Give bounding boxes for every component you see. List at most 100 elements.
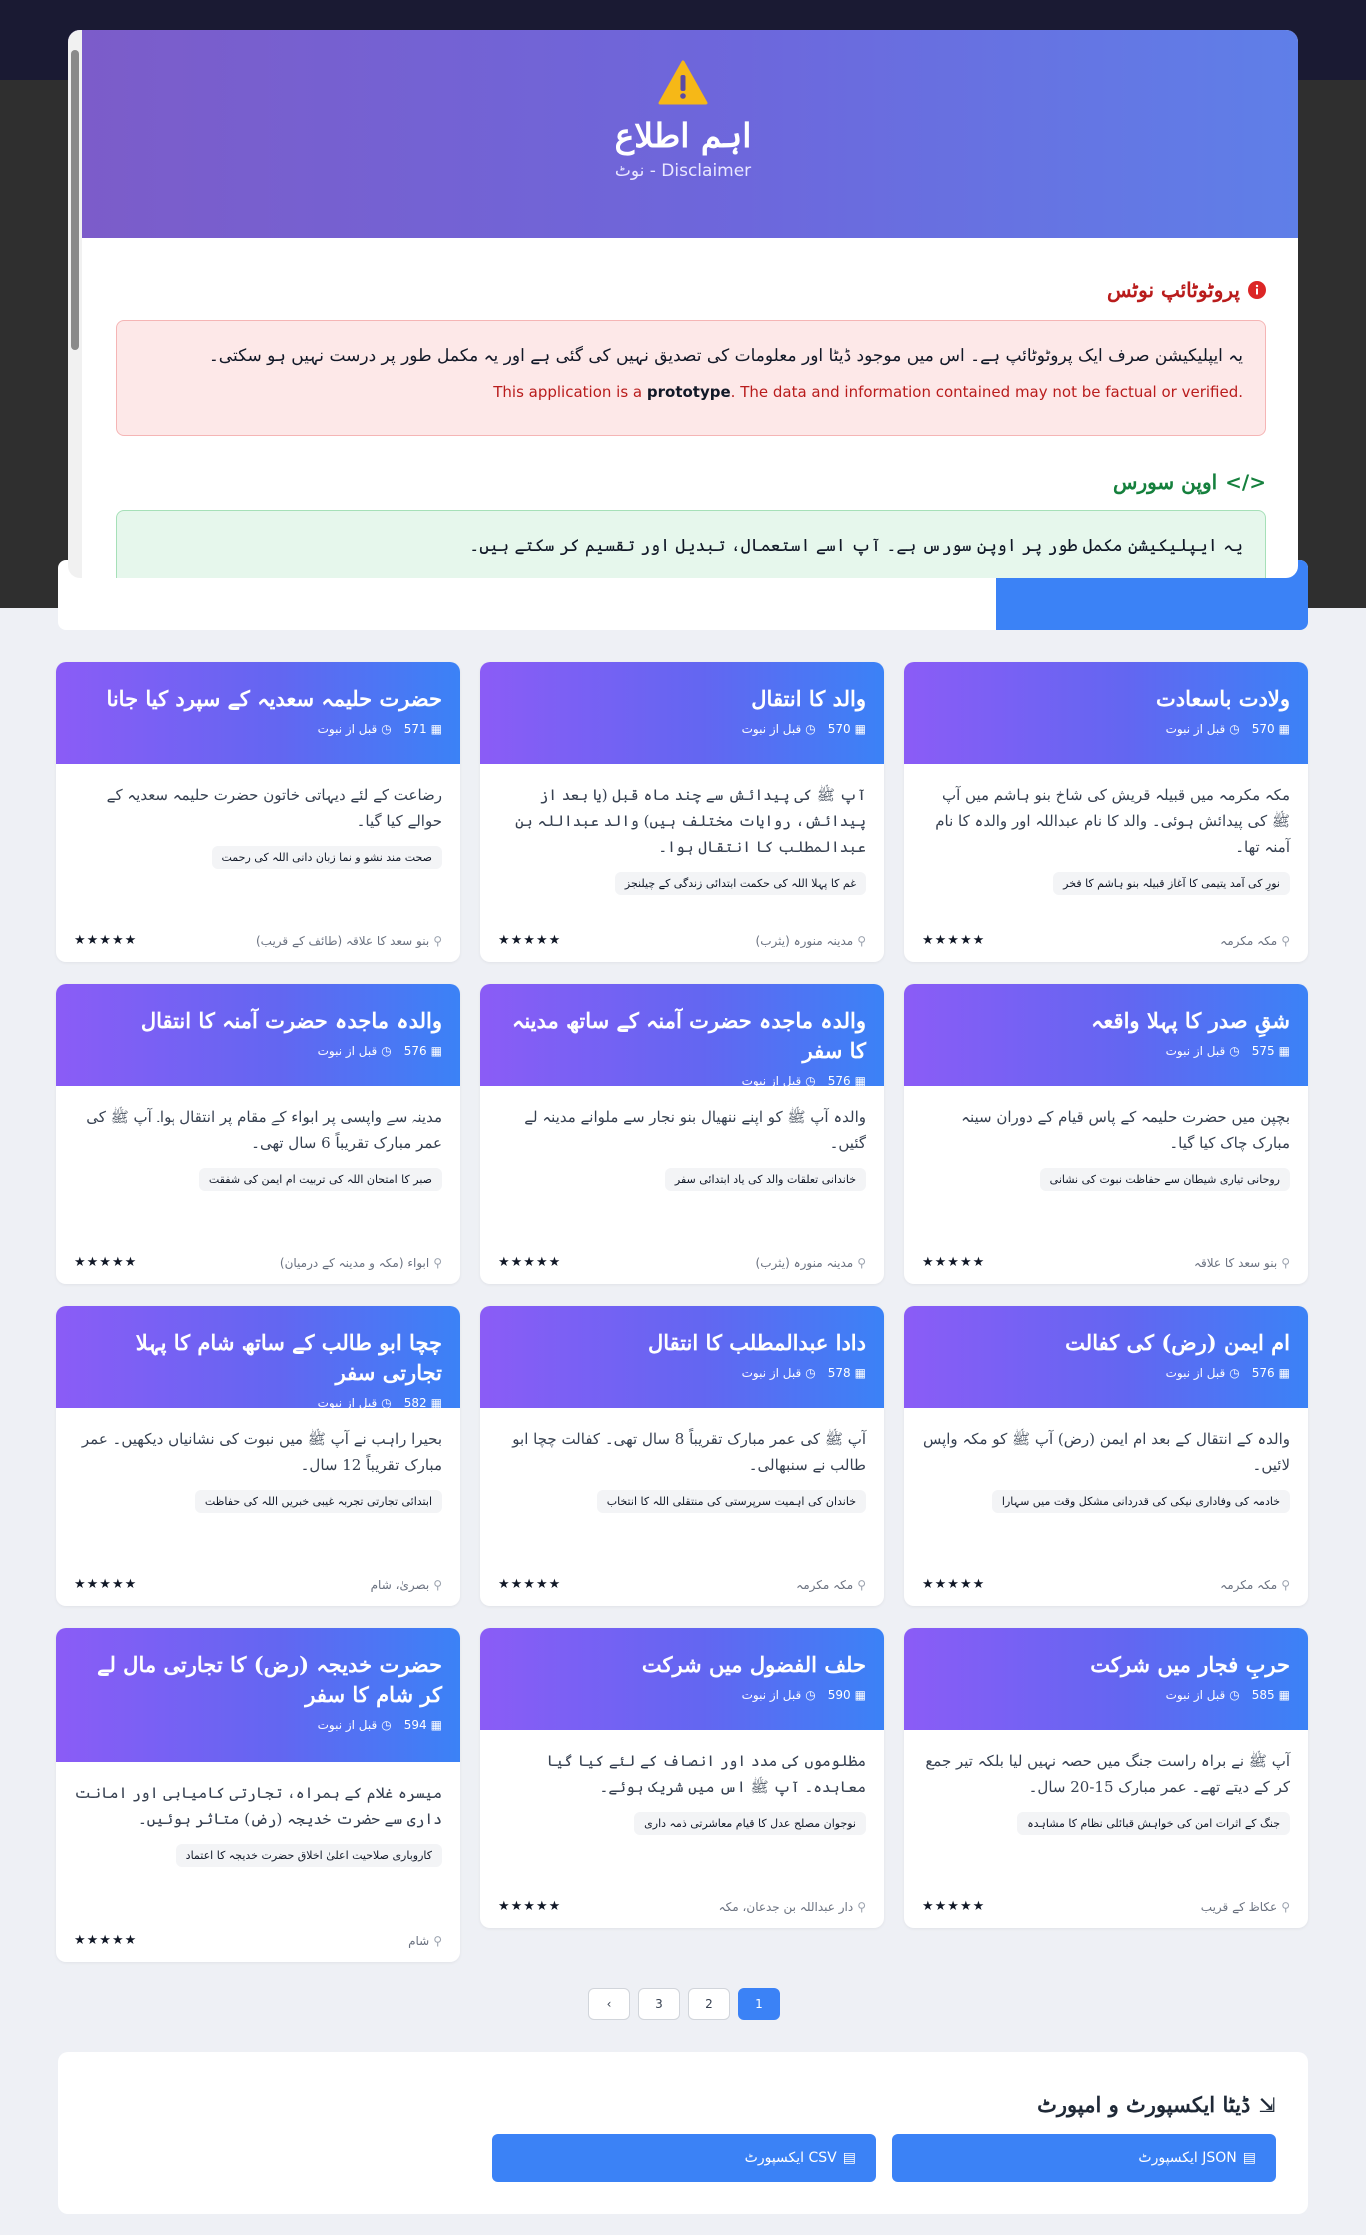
card-tags: صبر کا امتحان اللہ کی تربیت ام ایمن کی ش… [198, 1168, 442, 1191]
card-location: بصریٰ، شام [370, 1577, 430, 1592]
file-export-icon: ⇲ [1258, 2092, 1276, 2117]
card-location: عکاظ کے قریب [1200, 1899, 1278, 1914]
card-year: 585 [1251, 1688, 1275, 1702]
rating-stars: ★★★★★ [74, 1933, 138, 1948]
event-card[interactable]: شقِ صدر کا پہلا واقعہ ▦ 575 ◷ قبل از نبوت ب… [904, 984, 1308, 1284]
card-era: قبل از نبوت [317, 1718, 378, 1732]
clock-icon: ◷ [381, 1396, 392, 1410]
card-description: آپ ﷺ نے براہ راست جنگ میں حصہ نہیں لیا ب… [925, 1752, 1290, 1796]
card-tags: صحت مند نشو و نما زبان دانی اللہ کی رحمت [211, 846, 442, 869]
card-description: والدہ آپ ﷺ کو اپنے ننھیال بنو نجار سے مل… [524, 1108, 866, 1152]
card-era: قبل از نبوت [741, 1366, 802, 1380]
card-title: حضرت خدیجہ (رض) کا تجارتی مال لے کر شام … [97, 1652, 442, 1707]
clock-icon: ◷ [381, 722, 392, 736]
modal-scrollbar[interactable] [68, 30, 82, 578]
location-pin-icon: ⚲ [1281, 1899, 1290, 1914]
modal-title: اہم اطلاع [614, 116, 752, 155]
card-header: حلف الفضول میں شرکت ▦ 590 ◷ قبل از نبوت [480, 1628, 884, 1730]
card-tags: خاندان کی اہمیت سرپرستی کی منتقلی اللہ ک… [596, 1490, 866, 1513]
pagination-prev-button[interactable]: ‹ [588, 1988, 630, 2020]
card-header: والدہ ماجدہ حضرت آمنہ کے ساتھ مدینہ کا س… [480, 984, 884, 1088]
event-card[interactable]: والد کا انتقال ▦ 570 ◷ قبل از نبوت آپ ﷺ کی … [480, 662, 884, 962]
event-card[interactable]: والدہ ماجدہ حضرت آمنہ کے ساتھ مدینہ کا س… [480, 984, 884, 1284]
export-csv-button[interactable]: ▤ CSV ایکسپورٹ [492, 2134, 876, 2182]
card-year: 576 [827, 1074, 851, 1088]
card-year: 576 [1251, 1366, 1275, 1380]
file-icon: ▤ [1242, 2150, 1256, 2166]
card-description: مکہ مکرمہ میں قبیلہ قریش کی شاخ بنو ہاشم… [935, 786, 1290, 856]
location-pin-icon: ⚲ [857, 1255, 866, 1270]
card-header: چچا ابو طالب کے ساتھ شام کا پہلا تجارتی … [56, 1306, 460, 1410]
card-header: شقِ صدر کا پہلا واقعہ ▦ 575 ◷ قبل از نبوت [904, 984, 1308, 1086]
rating-stars: ★★★★★ [922, 1899, 986, 1914]
event-card[interactable]: حربِ فجار میں شرکت ▦ 585 ◷ قبل از نبوت آپ ﷺ… [904, 1628, 1308, 1928]
prototype-notice-heading: پروٹوٹائپ نوٹس [1107, 278, 1266, 302]
card-location: مدینہ منورہ (یثرب) [755, 1255, 854, 1270]
card-location: شام [408, 1933, 430, 1948]
card-tags: روحانی تیاری شیطان سے حفاظت نبوت کی نشان… [1039, 1168, 1290, 1191]
location-pin-icon: ⚲ [433, 1255, 442, 1270]
card-title: چچا ابو طالب کے ساتھ شام کا پہلا تجارتی … [135, 1330, 442, 1385]
event-card[interactable]: دادا عبدالمطلب کا انتقال ▦ 578 ◷ قبل از نبو… [480, 1306, 884, 1606]
disclaimer-modal: اہم اطلاع Disclaimer - نوٹ پروٹوٹائپ نوٹ… [68, 30, 1298, 578]
card-year: 575 [1251, 1044, 1275, 1058]
event-card[interactable]: حلف الفضول میں شرکت ▦ 590 ◷ قبل از نبوت مظل… [480, 1628, 884, 1928]
card-era: قبل از نبوت [741, 1074, 802, 1088]
clock-icon: ◷ [1229, 1688, 1240, 1702]
rating-stars: ★★★★★ [922, 933, 986, 948]
card-year: 570 [1251, 722, 1275, 736]
pagination: ‹ 3 2 1 [588, 1988, 780, 2020]
event-card[interactable]: حضرت خدیجہ (رض) کا تجارتی مال لے کر شام … [56, 1628, 460, 1962]
card-tags: نورِ کی آمد یتیمی کا آغاز قبیلہ بنو ہاشم… [1053, 872, 1290, 895]
card-title: والدہ ماجدہ حضرت آمنہ کے ساتھ مدینہ کا س… [512, 1008, 866, 1063]
card-era: قبل از نبوت [317, 722, 378, 736]
rating-stars: ★★★★★ [922, 1255, 986, 1270]
card-year: 594 [403, 1718, 427, 1732]
location-pin-icon: ⚲ [857, 1899, 866, 1914]
pagination-page-3[interactable]: 3 [638, 1988, 680, 2020]
open-source-title: اوپن سورس [1113, 470, 1218, 494]
card-description: بچپن میں حضرت حلیمہ کے پاس قیام کے دوران… [961, 1108, 1290, 1152]
calendar-icon: ▦ [1278, 1688, 1290, 1702]
clock-icon: ◷ [1229, 722, 1240, 736]
calendar-icon: ▦ [854, 1074, 866, 1088]
card-header: ولادت باسعادت ▦ 570 ◷ قبل از نبوت [904, 662, 1308, 764]
event-card[interactable]: چچا ابو طالب کے ساتھ شام کا پہلا تجارتی … [56, 1306, 460, 1606]
card-location: بنو سعد کا علاقہ [1194, 1255, 1278, 1270]
export-json-button[interactable]: ▤ JSON ایکسپورٹ [892, 2134, 1276, 2182]
card-description: مظلوموں کی مدد اور انصاف کے لئے کیا گیا … [546, 1752, 866, 1796]
open-source-heading: </> اوپن سورس [1113, 470, 1266, 494]
location-pin-icon: ⚲ [433, 1577, 442, 1592]
pagination-page-2[interactable]: 2 [688, 1988, 730, 2020]
rating-stars: ★★★★★ [74, 1255, 138, 1270]
rating-stars: ★★★★★ [74, 933, 138, 948]
event-card[interactable]: ام ایمن (رض) کی کفالت ▦ 576 ◷ قبل از نبوت و… [904, 1306, 1308, 1606]
calendar-icon: ▦ [854, 1688, 866, 1702]
card-year: 578 [827, 1366, 851, 1380]
card-title: والدہ ماجدہ حضرت آمنہ کا انتقال [140, 1008, 442, 1033]
event-card[interactable]: حضرت حلیمہ سعدیہ کے سپرد کیا جانا ▦ 571 ◷ ق… [56, 662, 460, 962]
calendar-icon: ▦ [1278, 1366, 1290, 1380]
card-year: 571 [403, 722, 427, 736]
event-card[interactable]: ولادت باسعادت ▦ 570 ◷ قبل از نبوت مکہ مکرمہ… [904, 662, 1308, 962]
card-year: 576 [403, 1044, 427, 1058]
location-pin-icon: ⚲ [1281, 933, 1290, 948]
info-icon [1248, 281, 1266, 299]
scrollbar-thumb[interactable] [71, 50, 79, 350]
export-heading: ⇲ ڈیٹا ایکسپورٹ و امپورٹ [1037, 2092, 1276, 2117]
card-header: حضرت خدیجہ (رض) کا تجارتی مال لے کر شام … [56, 1628, 460, 1762]
card-year: 582 [403, 1396, 427, 1410]
card-location: ابواء (مکہ و مدینہ کے درمیان) [279, 1255, 430, 1270]
card-title: حضرت حلیمہ سعدیہ کے سپرد کیا جانا [106, 686, 442, 711]
card-location: مکہ مکرمہ [1220, 933, 1278, 948]
event-card[interactable]: والدہ ماجدہ حضرت آمنہ کا انتقال ▦ 576 ◷ قبل… [56, 984, 460, 1284]
prototype-notice-urdu: یہ ایپلیکیشن صرف ایک پروٹوٹائپ ہے۔ اس می… [208, 346, 1243, 366]
card-title: والد کا انتقال [751, 686, 866, 711]
location-pin-icon: ⚲ [433, 933, 442, 948]
code-icon: </> [1225, 470, 1266, 494]
prototype-notice-box: یہ ایپلیکیشن صرف ایک پروٹوٹائپ ہے۔ اس می… [116, 320, 1266, 436]
card-tags: ابتدائی تجارتی تجربہ غیبی خبریں اللہ کی … [194, 1490, 442, 1513]
calendar-icon: ▦ [430, 1718, 442, 1732]
card-tags: غم کا پہلا اللہ کی حکمت ابتدائی زندگی کے… [614, 872, 866, 895]
pagination-page-1[interactable]: 1 [738, 1988, 780, 2020]
